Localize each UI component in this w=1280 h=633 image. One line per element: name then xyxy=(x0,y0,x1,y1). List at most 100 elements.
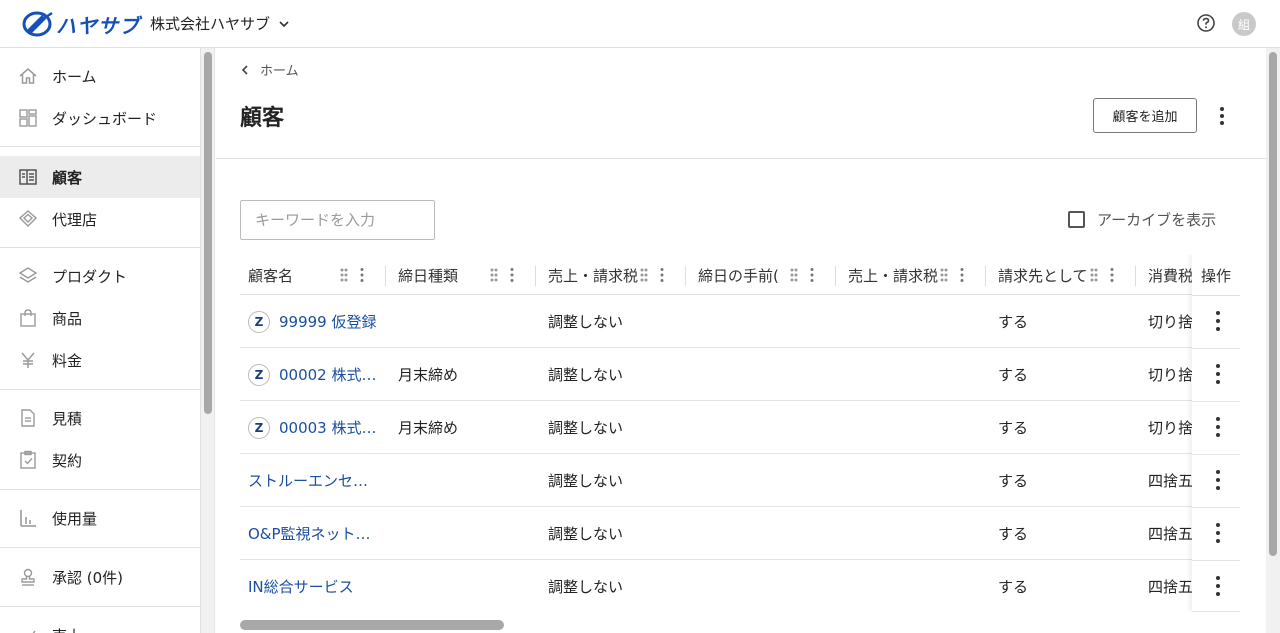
breadcrumb-home-link[interactable]: ホーム xyxy=(260,60,299,79)
table-row[interactable]: IN総合サービス 調整しない する 四捨五 xyxy=(240,560,1240,612)
chevron-down-icon xyxy=(279,20,289,27)
row-divider xyxy=(1192,454,1240,455)
drag-handle-icon[interactable] xyxy=(489,267,499,283)
closing-type-cell xyxy=(398,295,526,348)
closing-type-cell xyxy=(398,560,526,612)
company-switcher[interactable]: 株式会社ハヤサブ xyxy=(150,13,290,34)
sidebar-item-label: 売上 xyxy=(52,625,82,633)
page-scrollbar-thumb[interactable] xyxy=(1269,52,1277,556)
keyword-search-input[interactable] xyxy=(240,200,435,240)
billing-target-cell: する xyxy=(998,578,1029,596)
layers-icon xyxy=(18,267,38,283)
chevron-left-icon xyxy=(241,64,248,75)
sidebar-item-usage[interactable]: 使用量 xyxy=(0,497,200,539)
column-menu-icon[interactable] xyxy=(959,267,965,283)
sidebar-item-label: ホーム xyxy=(52,68,97,86)
sidebar-item-customers[interactable]: 顧客 xyxy=(0,156,200,198)
sidebar-item-contract[interactable]: 契約 xyxy=(0,439,200,481)
row-actions-icon[interactable] xyxy=(1214,310,1222,332)
sidebar-item-quote[interactable]: 見積 xyxy=(0,397,200,439)
sidebar-item-agency[interactable]: 代理店 xyxy=(0,198,200,240)
sidebar-item-label: 見積 xyxy=(52,410,83,428)
tax-rounding-cell: 四捨五 xyxy=(1148,525,1192,543)
closing-type-cell xyxy=(398,507,526,560)
table-horizontal-scrollbar[interactable] xyxy=(240,620,504,630)
z-badge: Z xyxy=(248,416,270,439)
show-archive-checkbox[interactable] xyxy=(1068,211,1085,228)
table-row[interactable]: ストルーエンセ… 調整しない する 四捨五 xyxy=(240,454,1240,507)
column-header-sales-billing-tax[interactable]: 売上・請求税 xyxy=(536,254,686,295)
tax-rounding-cell: 切り捨 xyxy=(1148,419,1192,437)
customer-name-link[interactable]: IN総合サービス xyxy=(248,560,378,612)
column-header-sales-billing-tax-2[interactable]: 売上・請求税 xyxy=(836,254,986,295)
clipboard-check-icon xyxy=(20,450,36,469)
drag-handle-icon[interactable] xyxy=(639,267,649,283)
column-menu-icon[interactable] xyxy=(359,267,365,283)
table-row[interactable]: Z 99999 仮登録 調整しない する 切り捨 xyxy=(240,295,1240,348)
column-menu-icon[interactable] xyxy=(809,267,815,283)
logo[interactable]: ハヤサブ xyxy=(22,9,140,39)
column-menu-icon[interactable] xyxy=(659,267,665,283)
sidebar-item-label: 代理店 xyxy=(52,211,98,229)
sidebar-item-pricing[interactable]: 料金 xyxy=(0,339,200,381)
drag-handle-icon[interactable] xyxy=(939,267,949,283)
column-header-consumption-tax[interactable]: 消費税 xyxy=(1136,254,1193,295)
column-header-customer-name[interactable]: 顧客名 xyxy=(240,254,386,295)
header-divider xyxy=(1192,295,1240,296)
row-divider xyxy=(1192,611,1240,612)
sidebar-item-home[interactable]: ホーム xyxy=(0,55,200,97)
row-actions-icon[interactable] xyxy=(1214,363,1222,385)
sidebar-item-sales[interactable]: 売上 xyxy=(0,614,200,633)
sidebar-item-dashboard[interactable]: ダッシュボード xyxy=(0,97,200,139)
column-header-billing-target[interactable]: 請求先として xyxy=(986,254,1136,295)
show-archive-toggle[interactable]: アーカイブを表示 xyxy=(1068,209,1216,230)
customer-name-link[interactable]: Z 00002 株式… xyxy=(248,348,378,401)
tax-rounding-cell: 四捨五 xyxy=(1148,578,1192,596)
row-divider xyxy=(1192,507,1240,508)
sidebar-item-label: 料金 xyxy=(52,352,83,370)
customer-name-link[interactable]: Z 00003 株式… xyxy=(248,401,378,454)
row-actions-icon[interactable] xyxy=(1214,522,1222,544)
sidebar-item-label: 商品 xyxy=(52,310,83,328)
sidebar-item-product[interactable]: プロダクト xyxy=(0,255,200,297)
more-vertical-icon[interactable] xyxy=(1212,104,1232,128)
bar-chart-icon xyxy=(20,510,36,527)
closing-type-cell xyxy=(398,454,526,507)
drag-handle-icon[interactable] xyxy=(339,267,349,283)
column-menu-icon[interactable] xyxy=(1109,267,1115,283)
column-menu-icon[interactable] xyxy=(509,267,515,283)
sidebar-item-label: 使用量 xyxy=(52,510,98,528)
add-customer-button[interactable]: 顧客を追加 xyxy=(1093,98,1197,133)
sidebar-scrollbar-thumb[interactable] xyxy=(204,52,212,414)
sidebar-divider xyxy=(0,547,200,548)
column-header-closing-type[interactable]: 締日種類 xyxy=(386,254,536,295)
adjust-cell: 調整しない xyxy=(548,366,624,384)
z-badge: Z xyxy=(248,310,270,333)
customer-name-link[interactable]: ストルーエンセ… xyxy=(248,454,378,507)
drag-handle-icon[interactable] xyxy=(789,267,799,283)
table-row[interactable]: Z 00003 株式… 月末締め 調整しない する 切り捨 xyxy=(240,401,1240,454)
customer-name-link[interactable]: Z 99999 仮登録 xyxy=(248,295,378,348)
customer-name-link[interactable]: O&P監視ネット… xyxy=(248,507,378,560)
table-row[interactable]: O&P監視ネット… 調整しない する 四捨五 xyxy=(240,507,1240,560)
sidebar-divider xyxy=(0,146,200,147)
row-actions-icon[interactable] xyxy=(1214,416,1222,438)
column-header-closing-before[interactable]: 締日の手前( xyxy=(686,254,836,295)
z-badge: Z xyxy=(248,363,270,386)
adjust-cell: 調整しない xyxy=(548,313,624,331)
row-actions-icon[interactable] xyxy=(1214,575,1222,597)
drag-handle-icon[interactable] xyxy=(1089,267,1099,283)
header-divider xyxy=(216,158,1266,159)
avatar[interactable]: 組 xyxy=(1232,12,1256,36)
sidebar-item-label: ダッシュボード xyxy=(52,110,158,128)
sidebar-item-approval[interactable]: 承認 (0件) xyxy=(0,556,200,598)
table-row[interactable]: Z 00002 株式… 月末締め 調整しない する 切り捨 xyxy=(240,348,1240,401)
breadcrumb[interactable]: ホーム xyxy=(240,60,299,79)
sidebar-divider xyxy=(0,247,200,248)
sidebar-item-goods[interactable]: 商品 xyxy=(0,297,200,339)
sidebar-divider xyxy=(0,389,200,390)
customer-icon xyxy=(19,169,37,185)
help-icon[interactable] xyxy=(1196,13,1216,33)
logo-mark-icon xyxy=(22,11,53,37)
row-actions-icon[interactable] xyxy=(1214,469,1222,491)
